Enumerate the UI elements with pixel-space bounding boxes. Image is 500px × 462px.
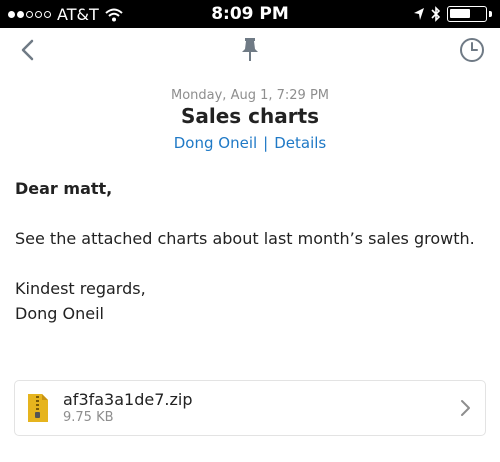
- sender-line: Dong Oneil | Details: [0, 134, 500, 152]
- attachment-size: 9.75 KB: [63, 410, 114, 425]
- chevron-right-icon: [461, 400, 470, 416]
- back-button[interactable]: [12, 34, 44, 66]
- pin-icon: [242, 38, 258, 61]
- details-link[interactable]: Details: [274, 134, 326, 152]
- separator: |: [263, 134, 269, 152]
- pin-button[interactable]: [234, 34, 266, 66]
- greeting: Dear matt,: [15, 179, 113, 198]
- clock-icon: [460, 38, 484, 62]
- battery-icon: [447, 6, 487, 22]
- closing: Kindest regards,: [15, 279, 146, 298]
- location-arrow-icon: [414, 8, 424, 20]
- back-chevron-icon: [21, 39, 34, 61]
- body-paragraph: See the attached charts about last month…: [15, 229, 475, 248]
- message-date: Monday, Aug 1, 7:29 PM: [170, 88, 330, 103]
- sender-link[interactable]: Dong Oneil: [174, 134, 257, 152]
- attachment-name: af3fa3a1de7.zip: [63, 390, 193, 409]
- zip-file-icon: [28, 394, 48, 422]
- signature: Dong Oneil: [15, 304, 104, 323]
- navigation-bar: [0, 28, 500, 72]
- snooze-button[interactable]: [456, 34, 488, 66]
- bluetooth-icon: [431, 6, 441, 22]
- message-subject: Sales charts: [180, 104, 320, 128]
- attachment-card[interactable]: af3fa3a1de7.zip 9.75 KB: [14, 380, 486, 436]
- message-body: Dear matt, See the attached charts about…: [15, 176, 485, 326]
- status-bar: AT&T 8:09 PM: [0, 0, 500, 28]
